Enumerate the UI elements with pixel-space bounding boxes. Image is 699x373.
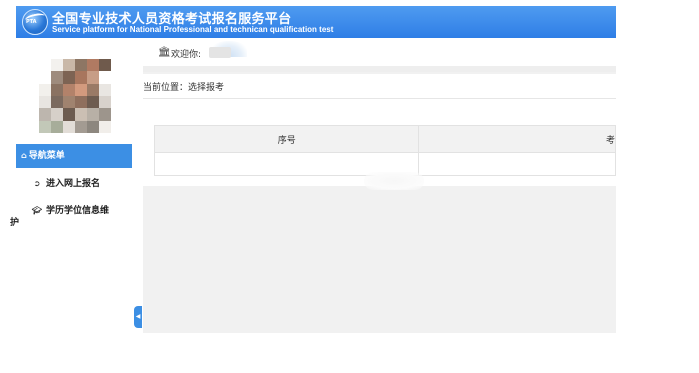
site-header: PTA 全国专业技术人员资格考试报名服务平台 Service platform … — [16, 6, 616, 38]
top-bar: 🏛︎ 欢迎你: — [143, 38, 616, 66]
avatar-pixel — [51, 71, 63, 84]
avatar-pixel — [99, 108, 111, 121]
avatar-pixel — [63, 120, 75, 133]
avatar-pixel — [75, 120, 87, 133]
content-card: 当前位置：选择报考 序号 考 — [143, 74, 616, 186]
exam-table: 序号 考 — [153, 125, 616, 176]
avatar-pixel — [87, 108, 99, 121]
avatar-pixel — [63, 71, 75, 84]
avatar-pixel — [87, 120, 99, 133]
avatar-pixel — [99, 83, 111, 96]
avatar-pixel — [39, 120, 51, 133]
avatar-pixel — [99, 71, 111, 84]
avatar-pixel — [75, 71, 87, 84]
avatar-pixel — [51, 120, 63, 133]
logo-text: PTA — [26, 19, 37, 25]
avatar-pixel — [63, 83, 75, 96]
avatar-pixel — [51, 108, 63, 121]
site-title-en: Service platform for National Profession… — [52, 25, 334, 34]
avatar-pixel — [51, 95, 63, 109]
avatar-pixel — [75, 108, 87, 121]
column-header-seq: 序号 — [153, 125, 420, 153]
avatar-pixel — [39, 95, 51, 109]
avatar-pixel — [87, 59, 99, 72]
bank-building-icon: 🏛︎ — [158, 47, 171, 58]
pta-logo-icon[interactable]: PTA — [22, 9, 48, 35]
sidebar: ⌂ 导航菜单 ➲ 进入网上报名 🎓︎ 学历学位信息维 护 — [10, 38, 132, 333]
avatar-pixel — [63, 108, 75, 121]
sidebar-item-degree-info[interactable]: 🎓︎ 学历学位信息维 护 — [10, 205, 132, 229]
avatar-pixel — [39, 59, 51, 72]
sign-in-icon: ➲ — [33, 179, 41, 188]
sidebar-item-label: 进入网上报名 — [46, 179, 101, 189]
nav-menu-title: 导航菜单 — [28, 151, 65, 161]
nav-menu-header[interactable]: ⌂ 导航菜单 — [16, 144, 132, 168]
column-header-exam: 考 — [418, 125, 616, 153]
table-header-row: 序号 考 — [153, 125, 616, 153]
avatar-pixel — [51, 83, 63, 96]
sidebar-item-label: 学历学位信息维 — [46, 206, 110, 216]
sidebar-item-label-cont: 护 — [10, 218, 20, 228]
avatar-pixel — [87, 83, 99, 96]
avatar-pixel — [39, 108, 51, 121]
home-icon: ⌂ — [21, 151, 27, 160]
avatar-pixel — [99, 59, 111, 72]
avatar-pixel — [87, 71, 99, 84]
avatar-pixel — [63, 95, 75, 109]
avatar-pixel — [87, 95, 99, 109]
avatar-pixel — [39, 71, 51, 84]
loading-placeholder — [364, 172, 424, 190]
avatar-pixel — [99, 120, 111, 133]
viewport: PTA 全国专业技术人员资格考试报名服务平台 Service platform … — [0, 0, 699, 373]
avatar-pixel — [99, 95, 111, 109]
avatar-pixel — [39, 83, 51, 96]
table-cell — [418, 152, 616, 176]
avatar — [39, 59, 111, 133]
graduation-cap-icon: 🎓︎ — [31, 206, 43, 215]
avatar-pixel — [63, 59, 75, 72]
welcome-label: 欢迎你: — [171, 50, 202, 60]
user-name-redacted — [209, 47, 231, 58]
sidebar-collapse-handle[interactable]: ◀ — [134, 306, 142, 328]
avatar-pixel — [51, 59, 63, 72]
divider — [143, 98, 616, 99]
sidebar-item-online-registration[interactable]: ➲ 进入网上报名 — [16, 178, 132, 190]
avatar-pixel — [75, 59, 87, 72]
avatar-pixel — [75, 83, 87, 96]
avatar-pixel — [75, 95, 87, 109]
breadcrumb: 当前位置：选择报考 — [143, 83, 225, 93]
topbar-divider — [143, 66, 616, 72]
